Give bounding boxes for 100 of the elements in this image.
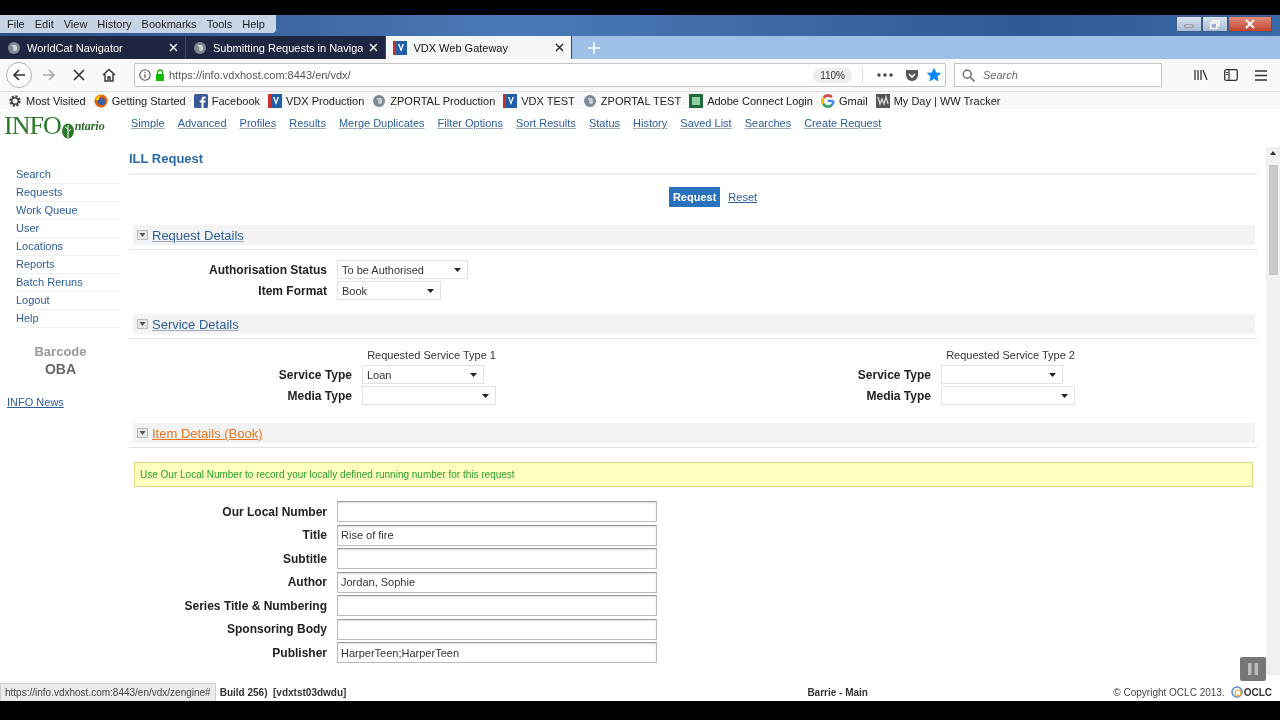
browser-tab[interactable]: VDX Web Gateway (386, 36, 573, 59)
bookmark-item[interactable]: Facebook (189, 94, 265, 108)
more-icon[interactable] (877, 73, 893, 77)
field-label: Title (302, 528, 327, 542)
back-button[interactable] (6, 62, 32, 88)
nav-link[interactable]: Simple (131, 117, 165, 129)
collapse-icon[interactable] (137, 428, 148, 438)
nav-link[interactable]: History (633, 117, 668, 129)
bookmark-item[interactable]: Adobe Connect Login (685, 94, 817, 108)
bookmark-item[interactable]: Getting Started (89, 94, 190, 108)
sidebar-link[interactable]: Help (16, 310, 121, 328)
location-label: Barrie - Main (807, 686, 868, 698)
browser-tab[interactable]: Submitting Requests in Naviga (186, 36, 387, 59)
request-button[interactable]: Request (668, 187, 721, 207)
sidebar-link[interactable]: Batch Reruns (16, 274, 121, 292)
field-label: Authorisation Status (209, 262, 327, 277)
menu-item[interactable]: Help (237, 18, 270, 30)
sidebar-link[interactable]: Locations (16, 238, 121, 256)
nav-link[interactable]: Sort Results (515, 117, 576, 129)
text-field[interactable] (337, 501, 657, 522)
bookmark-item[interactable]: Gmail (816, 94, 872, 108)
menu-item[interactable]: Edit (29, 18, 59, 30)
bookmark-item[interactable]: ZPORTAL TEST (578, 94, 686, 108)
dropdown[interactable]: Loan (362, 365, 484, 384)
close-icon[interactable] (555, 43, 565, 52)
menu-item[interactable]: Tools (201, 18, 238, 30)
nav-link[interactable]: Status (588, 117, 621, 129)
library-icon (1194, 69, 1208, 81)
pocket-icon[interactable] (905, 68, 919, 82)
caret-icon (470, 372, 477, 377)
sidebar-link[interactable]: Reports (16, 256, 121, 274)
hint-message: Use Our Local Number to record your locally defined running number for this request (134, 462, 1253, 487)
sidebar-link[interactable]: Logout (16, 292, 121, 310)
field-label: Publisher (272, 645, 327, 660)
status-url: https://info.vdxhost.com:8443/en/vdx/zengine# (0, 682, 216, 701)
sidebar-link[interactable]: Search (16, 166, 121, 184)
bookmark-item[interactable]: ZPORTAL Production (368, 94, 500, 108)
text-field[interactable] (337, 548, 657, 569)
search-field[interactable]: Search (954, 63, 1162, 87)
bookmark-item[interactable]: My Day | WW Tracker (871, 94, 1005, 108)
text-field[interactable] (337, 595, 657, 616)
vdx-icon (393, 40, 408, 55)
section-link[interactable]: Service Details (152, 316, 239, 332)
collapse-icon[interactable] (137, 319, 148, 329)
home-icon (102, 68, 116, 82)
stop-icon (73, 69, 85, 81)
close-button[interactable] (1228, 16, 1272, 32)
field-label: Item Format (258, 283, 327, 298)
barcode-label: Barcode (33, 344, 88, 359)
copyright-text: © Copyright OCLC 2013. (1113, 686, 1225, 698)
reset-link[interactable]: Reset (728, 191, 758, 203)
field-label: Media Type (866, 388, 931, 403)
field-label: Series Title & Numbering (184, 598, 327, 613)
nav-link[interactable]: Searches (744, 117, 792, 129)
field-label: Subtitle (283, 551, 327, 566)
oclc-logo: OCLC (1230, 686, 1272, 698)
news-link[interactable]: INFO News (7, 394, 129, 411)
info-icon[interactable] (139, 69, 151, 81)
field-label: Our Local Number (222, 504, 327, 519)
nav-link[interactable]: Saved List (680, 117, 732, 129)
scrollbar[interactable] (1266, 147, 1280, 675)
menu-item[interactable]: Bookmarks (136, 18, 202, 30)
sidebar-icon (1224, 69, 1238, 81)
text-field[interactable] (337, 618, 657, 640)
dropdown[interactable]: To be Authorised (337, 260, 468, 279)
menu-icon (1255, 69, 1267, 81)
text-field[interactable]: HarperTeen;HarperTeen (337, 642, 657, 663)
scrollbar-thumb[interactable] (1268, 165, 1278, 275)
nav-link[interactable]: Filter Options (437, 117, 503, 129)
nav-link[interactable]: Advanced (177, 117, 227, 129)
collapse-icon[interactable] (137, 230, 148, 240)
sidebar-link[interactable]: Work Queue (16, 202, 121, 220)
nav-link[interactable]: Profiles (239, 117, 277, 129)
text-field[interactable]: Jordan, Sophie (337, 571, 657, 593)
nav-link[interactable]: Results (289, 117, 326, 129)
nav-link[interactable]: Create Request (804, 117, 882, 129)
sidebar-link[interactable]: Requests (16, 184, 121, 202)
bookmark-item[interactable]: Most Visited (4, 94, 90, 108)
adobe-icon (689, 94, 704, 108)
bookmark-star-icon[interactable] (927, 68, 941, 82)
build-info: Build 256) [vdxtst03dwdu] (219, 686, 347, 698)
section-link[interactable]: Request Details (152, 227, 244, 243)
logo: INFO ntario (3, 110, 106, 139)
menu-item[interactable]: View (58, 18, 93, 30)
nav-link[interactable]: Merge Duplicates (338, 117, 425, 129)
menu-item[interactable]: File (2, 18, 30, 30)
sidebar-link[interactable]: User (16, 220, 121, 238)
barcode-value: OBA (43, 361, 78, 377)
restore-button[interactable] (1202, 16, 1228, 32)
browser-tab[interactable]: WorldCat Navigator (0, 36, 186, 59)
bookmark-item[interactable]: VDX TEST (499, 94, 579, 108)
menu-item[interactable]: History (92, 18, 137, 30)
bookmark-item[interactable]: VDX Production (264, 94, 369, 108)
address-bar[interactable]: https://info.vdxhost.com:8443/en/vdx/ 110% (134, 63, 946, 87)
forward-arrow-icon (42, 68, 56, 82)
caret-icon (482, 393, 489, 398)
minimize-button[interactable] (1176, 16, 1202, 32)
text-field[interactable]: Rise of fire (337, 524, 657, 546)
zoom-indicator[interactable]: 110% (813, 67, 852, 83)
dropdown[interactable]: Book (337, 281, 441, 300)
